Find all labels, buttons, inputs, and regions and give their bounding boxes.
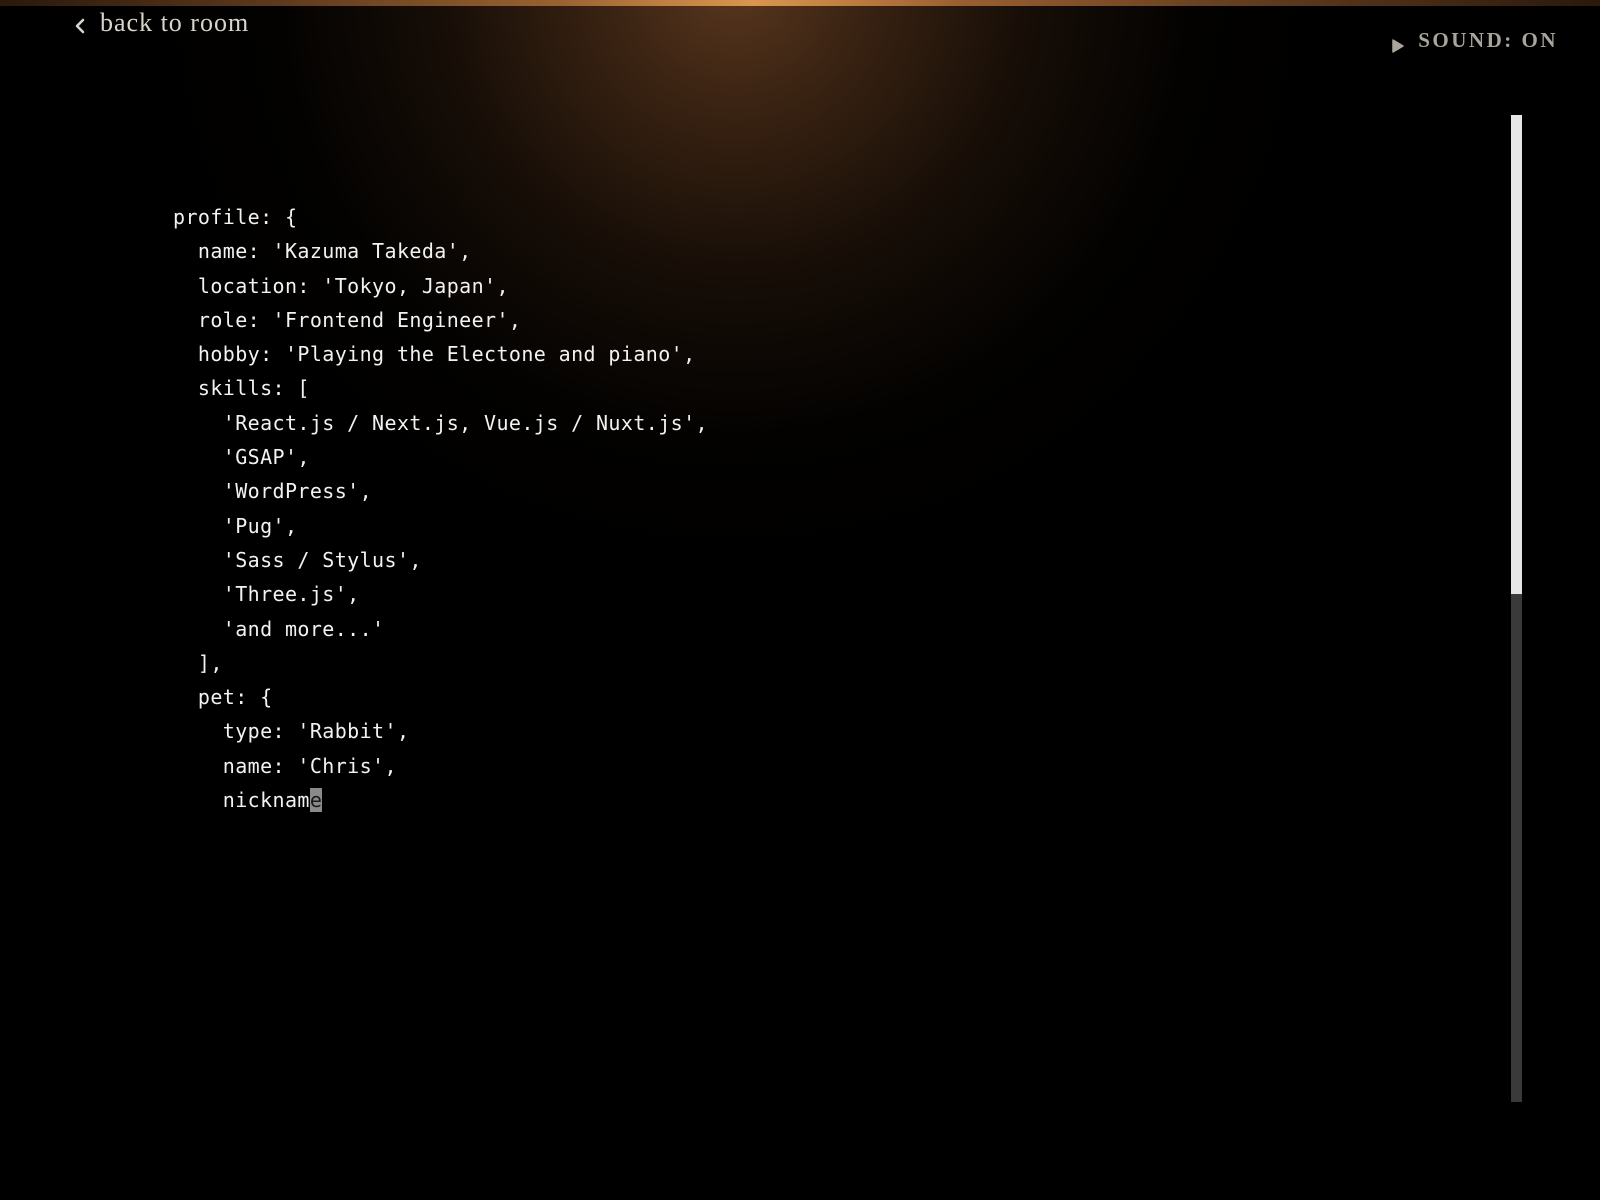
code-line: 'WordPress',	[173, 479, 373, 504]
code-line: 'React.js / Next.js, Vue.js / Nuxt.js',	[173, 410, 708, 435]
code-line: skills: [	[173, 376, 310, 401]
typing-screen: back to room SOUND: ON profile: { name: …	[0, 0, 1600, 1200]
code-line: 'and more...'	[173, 616, 385, 641]
back-to-room-label: back to room	[100, 8, 250, 37]
play-icon	[1392, 34, 1404, 53]
code-line: role: 'Frontend Engineer',	[173, 307, 522, 332]
sound-status-label: SOUND: ON	[1418, 28, 1558, 52]
back-to-room-link[interactable]: back to room	[72, 8, 249, 38]
code-line: name: 'Kazuma Takeda',	[173, 239, 472, 264]
chevron-left-icon	[72, 13, 88, 34]
scrollbar-thumb[interactable]	[1511, 115, 1522, 594]
typing-line: nickname	[173, 783, 708, 817]
sound-toggle-button[interactable]: SOUND: ON	[1392, 28, 1558, 53]
profile-code-block: profile: { name: 'Kazuma Takeda', locati…	[173, 200, 708, 817]
code-line: profile: {	[173, 205, 298, 229]
code-line: 'GSAP',	[173, 445, 310, 470]
code-line: name: 'Chris',	[173, 753, 397, 778]
code-line: type: 'Rabbit',	[173, 719, 410, 744]
typing-text: nicknam	[173, 788, 310, 813]
code-line: 'Three.js',	[173, 582, 360, 607]
top-glow-bar	[0, 0, 1600, 6]
scrollbar-track[interactable]	[1511, 115, 1522, 1102]
typing-caret: e	[309, 788, 323, 813]
code-line: pet: {	[173, 685, 273, 710]
code-line: hobby: 'Playing the Electone and piano',	[173, 342, 696, 367]
code-line: ],	[173, 650, 223, 675]
code-line: 'Sass / Stylus',	[173, 547, 422, 572]
code-line: 'Pug',	[173, 513, 298, 538]
code-line: location: 'Tokyo, Japan',	[173, 273, 509, 298]
